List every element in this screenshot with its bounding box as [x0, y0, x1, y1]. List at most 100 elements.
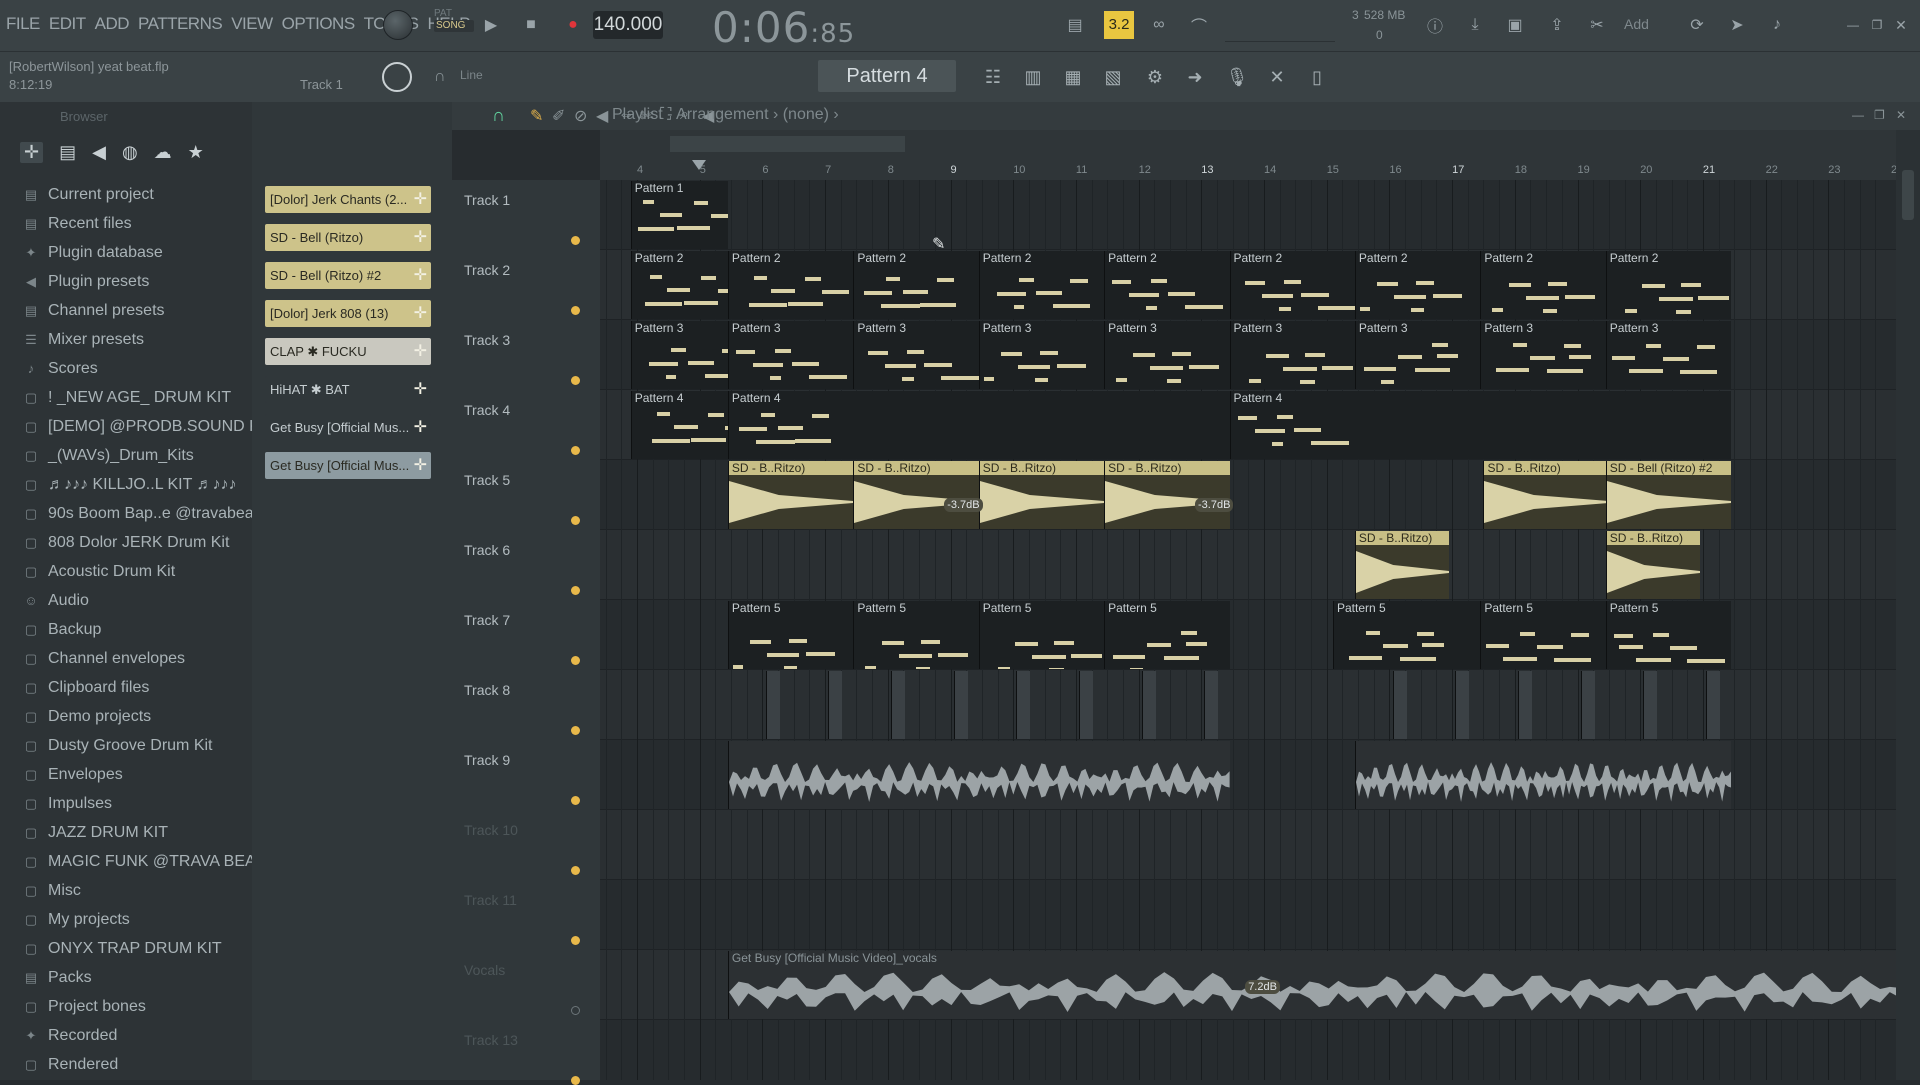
- playlist-clip[interactable]: Pattern 3: [853, 321, 979, 389]
- playlist-clip[interactable]: Pattern 5: [853, 601, 979, 669]
- save-icon[interactable]: ▣: [1502, 12, 1528, 38]
- track-label[interactable]: Track 2: [464, 262, 510, 278]
- playhead-marker[interactable]: [692, 160, 706, 170]
- browser-item[interactable]: ▢ Acoustic Drum Kit: [22, 557, 275, 586]
- browser-item[interactable]: ▢ ♬♪♪♪ KILLJO..L KIT ♬♪♪♪: [22, 470, 275, 499]
- drag-handle-icon[interactable]: ✛: [414, 455, 427, 475]
- browser-item[interactable]: ▤ Packs: [22, 963, 275, 992]
- browser-item[interactable]: ✦ Recorded: [22, 1021, 275, 1050]
- scroll-thumb[interactable]: [1902, 170, 1914, 220]
- track-enable-icon[interactable]: [571, 516, 580, 525]
- hit-clip[interactable]: [1517, 671, 1532, 739]
- countdown-icon[interactable]: ⌒: [1186, 12, 1212, 38]
- playlist-clip[interactable]: Pattern 3: [978, 321, 1105, 389]
- playlist-clip[interactable]: Pattern 4: [727, 391, 1230, 459]
- playlist-clip[interactable]: Pattern 3: [1229, 321, 1355, 389]
- track-enable-icon[interactable]: [571, 376, 580, 385]
- playlist-clip[interactable]: SD - B..Ritzo): [1605, 531, 1700, 599]
- browser-item[interactable]: ▢ Misc: [22, 876, 275, 905]
- magnet-snap-icon[interactable]: ∩: [492, 105, 505, 126]
- vertical-scrollbar[interactable]: [1896, 130, 1920, 1080]
- tools-icon[interactable]: ✕: [1262, 62, 1292, 92]
- hit-clip[interactable]: [953, 671, 968, 739]
- wait-icon[interactable]: ∞: [1146, 12, 1172, 38]
- audio-clip[interactable]: [1354, 741, 1732, 809]
- hit-clip[interactable]: [1392, 671, 1407, 739]
- track-enable-icon[interactable]: [571, 1076, 580, 1085]
- drag-handle-icon[interactable]: ✛: [414, 417, 427, 437]
- drag-handle-icon[interactable]: ✛: [414, 265, 427, 285]
- browser-item[interactable]: ▢ 808 Dolor JERK Drum Kit: [22, 528, 275, 557]
- playlist-clip[interactable]: Pattern 2: [727, 251, 854, 319]
- pat-song-toggle[interactable]: PAT SONG: [434, 8, 474, 44]
- browser-item[interactable]: ▢ MAGIC FUNK @TRAVA BEATS: [22, 847, 275, 876]
- refresh-icon[interactable]: ⟳: [1684, 12, 1710, 38]
- playlist-clip[interactable]: Pattern 3: [727, 321, 854, 389]
- track-enable-icon[interactable]: [571, 1006, 580, 1015]
- track-label[interactable]: Track 9: [464, 752, 510, 768]
- picker-slot[interactable]: Get Busy [Official Mus... ✛: [265, 452, 431, 479]
- hit-clip[interactable]: [828, 671, 843, 739]
- menu-view[interactable]: VIEW: [231, 14, 273, 34]
- browser-cloud-icon[interactable]: ☁: [154, 142, 172, 163]
- playlist-clip[interactable]: SD - B..Ritzo): [853, 461, 979, 529]
- picker-slot[interactable]: SD - Bell (Ritzo) ✛: [265, 224, 431, 251]
- browser-globe-icon[interactable]: ◍: [122, 142, 138, 163]
- playlist-clip[interactable]: Pattern 5: [978, 601, 1105, 669]
- browser-item[interactable]: ▢ Clipboard files: [22, 673, 275, 702]
- track-label[interactable]: Track 7: [464, 612, 510, 628]
- hit-clip[interactable]: [1141, 671, 1156, 739]
- playlist-clip[interactable]: Pattern 3: [1605, 321, 1732, 389]
- browser-item[interactable]: ▢ JAZZ DRUM KIT: [22, 818, 275, 847]
- picker-slot[interactable]: Get Busy [Official Mus... ✛: [265, 414, 431, 441]
- playlist-clip[interactable]: Pattern 3: [630, 321, 728, 389]
- playlist-minimize-icon[interactable]: —: [1852, 108, 1864, 122]
- playlist-clip[interactable]: Pattern 5: [1104, 601, 1230, 669]
- picker-slot[interactable]: HiHAT ✱ BAT ✛: [265, 376, 431, 403]
- picker-slot[interactable]: SD - Bell (Ritzo) #2 ✛: [265, 262, 431, 289]
- playlist-clip[interactable]: Pattern 2: [1354, 251, 1481, 319]
- drag-handle-icon[interactable]: ✛: [414, 227, 427, 247]
- track-label[interactable]: Track 4: [464, 402, 510, 418]
- track-enable-icon[interactable]: [571, 866, 580, 875]
- track-enable-icon[interactable]: [571, 236, 580, 245]
- menu-add[interactable]: ADD: [95, 14, 130, 34]
- audio-clip[interactable]: [727, 741, 1230, 809]
- hit-clip[interactable]: [1204, 671, 1219, 739]
- hit-clip[interactable]: [1643, 671, 1658, 739]
- browser-item[interactable]: ▢ _(WAVs)_Drum_Kits: [22, 441, 275, 470]
- playlist-clip[interactable]: Pattern 5: [727, 601, 854, 669]
- browser-item[interactable]: ▢ [DEMO] @PRODB.SOUND KIT: [22, 412, 275, 441]
- playlist-clip[interactable]: Pattern 3: [1354, 321, 1481, 389]
- browser-item[interactable]: ▢ Dusty Groove Drum Kit: [22, 731, 275, 760]
- playlist-clip[interactable]: SD - B..Ritzo): [727, 461, 854, 529]
- browser-item[interactable]: ▢ My projects: [22, 905, 275, 934]
- playlist-close-icon[interactable]: ✕: [1896, 108, 1906, 122]
- track-label[interactable]: Track 3: [464, 332, 510, 348]
- playlist-icon[interactable]: ☷: [978, 62, 1008, 92]
- hit-clip[interactable]: [1580, 671, 1595, 739]
- playlist-clip[interactable]: SD - B..Ritzo): [1354, 531, 1449, 599]
- playlist-restore-icon[interactable]: ❐: [1874, 108, 1885, 122]
- overview-bar[interactable]: [600, 130, 1896, 160]
- drag-handle-icon[interactable]: ✛: [414, 189, 427, 209]
- picker-slot[interactable]: CLAP ✱ FUCKU ✛: [265, 338, 431, 365]
- hit-clip[interactable]: [1706, 671, 1721, 739]
- delete-icon[interactable]: ⊘: [574, 106, 587, 126]
- browser-item[interactable]: ▢ 90s Boom Bap..e @travabeats: [22, 499, 275, 528]
- track-label[interactable]: Vocals: [464, 962, 505, 978]
- drag-handle-icon[interactable]: ✛: [414, 379, 427, 399]
- master-volume-knob[interactable]: [383, 10, 413, 40]
- browser-item[interactable]: ▢ Demo projects: [22, 702, 275, 731]
- playlist-clip[interactable]: Pattern 2: [630, 251, 728, 319]
- add-menu-button[interactable]: Add: [1624, 16, 1649, 32]
- browser-item[interactable]: ☺ Audio: [22, 586, 275, 615]
- track-enable-icon[interactable]: [571, 446, 580, 455]
- browser-item[interactable]: ♪ Scores: [22, 354, 275, 383]
- playlist-grid[interactable]: Pattern 1 Pattern 2 Pattern 3 Pattern 2 Patt…: [600, 180, 1896, 1080]
- play-button[interactable]: ▶: [478, 12, 504, 38]
- plugin-picker-icon[interactable]: ⚙: [1140, 62, 1170, 92]
- browser-item[interactable]: ▢ Envelopes: [22, 760, 275, 789]
- drag-handle-icon[interactable]: ✛: [414, 303, 427, 323]
- browser-item[interactable]: ▤ Channel presets: [22, 296, 275, 325]
